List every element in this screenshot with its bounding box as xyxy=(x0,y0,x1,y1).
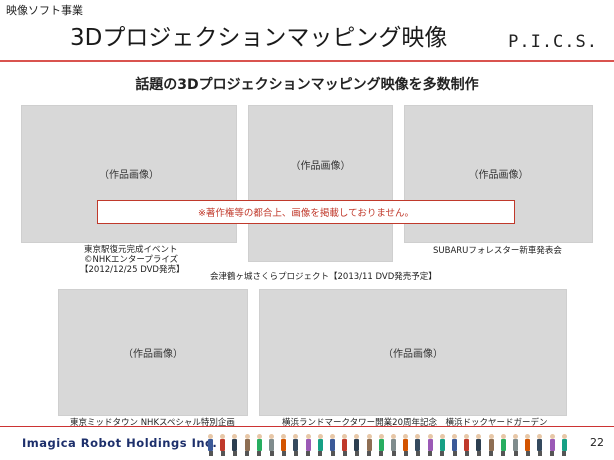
person-figure-icon xyxy=(330,434,335,456)
person-figure-icon xyxy=(476,434,482,456)
person-figure-icon xyxy=(500,434,506,456)
thumbnail-label: （作品画像） xyxy=(290,160,351,172)
person-figure-icon xyxy=(403,434,409,456)
person-figure-icon xyxy=(220,434,226,456)
thumbnail-label: （作品画像） xyxy=(99,170,159,181)
person-figure-icon xyxy=(537,434,543,456)
caption-line: 【2012/12/25 DVD発売】 xyxy=(80,265,185,275)
person-figure-icon xyxy=(488,434,494,456)
work-thumbnail-5: （作品画像） xyxy=(259,289,567,416)
people-illustration xyxy=(208,430,588,456)
person-figure-icon xyxy=(427,434,433,456)
person-figure-icon xyxy=(391,434,396,456)
person-figure-icon xyxy=(269,434,274,456)
person-figure-icon xyxy=(342,434,348,456)
person-figure-icon xyxy=(464,434,470,456)
person-figure-icon xyxy=(208,434,213,456)
person-figure-icon xyxy=(415,434,421,456)
work-thumbnail-4: （作品画像） xyxy=(58,289,248,416)
person-figure-icon xyxy=(232,434,238,456)
work-caption-2: 会津鶴ヶ城さくらプロジェクト【2013/11 DVD発売予定】 xyxy=(210,272,437,282)
person-figure-icon xyxy=(525,434,531,456)
page-number: 22 xyxy=(590,436,604,449)
copyright-notice: ※著作権等の都合上、画像を掲載しておりません。 xyxy=(97,200,515,224)
person-figure-icon xyxy=(317,434,323,456)
headline: 話題の3Dプロジェクションマッピング映像を多数制作 xyxy=(135,77,479,93)
header-divider xyxy=(0,60,614,62)
company-logo: Imagica Robot Holdings Inc. xyxy=(22,436,218,450)
caption-line: SUBARUフォレスター新車発表会 xyxy=(433,246,562,256)
caption-line: ©NHKエンタープライズ xyxy=(84,255,179,265)
thumbnail-label: （作品画像） xyxy=(123,348,183,360)
caption-line: 東京駅復元完成イベント xyxy=(84,245,178,255)
person-figure-icon xyxy=(549,434,555,456)
slide-title: 3Dプロジェクションマッピング映像 xyxy=(70,25,448,51)
thumbnail-label: （作品画像） xyxy=(468,170,529,181)
footer-divider xyxy=(0,426,614,427)
person-figure-icon xyxy=(293,434,299,456)
person-figure-icon xyxy=(378,434,384,456)
person-figure-icon xyxy=(281,434,287,456)
person-figure-icon xyxy=(513,434,518,456)
section-label: 映像ソフト事業 xyxy=(6,4,83,17)
work-thumbnail-2: （作品画像） xyxy=(248,105,393,262)
person-figure-icon xyxy=(561,434,567,456)
work-caption-3: SUBARUフォレスター新車発表会 xyxy=(433,246,562,256)
person-figure-icon xyxy=(366,434,372,456)
work-caption-1: 東京駅復元完成イベント ©NHKエンタープライズ 【2012/12/25 DVD… xyxy=(80,245,184,275)
caption-line: 会津鶴ヶ城さくらプロジェクト【2013/11 DVD発売予定】 xyxy=(210,272,437,282)
pics-logo: P.I.C.S. xyxy=(508,32,598,52)
thumbnail-label: （作品画像） xyxy=(383,348,443,360)
person-figure-icon xyxy=(354,434,360,456)
person-figure-icon xyxy=(244,434,250,456)
person-figure-icon xyxy=(452,434,457,456)
person-figure-icon xyxy=(305,434,311,456)
person-figure-icon xyxy=(256,434,262,456)
person-figure-icon xyxy=(439,434,445,456)
